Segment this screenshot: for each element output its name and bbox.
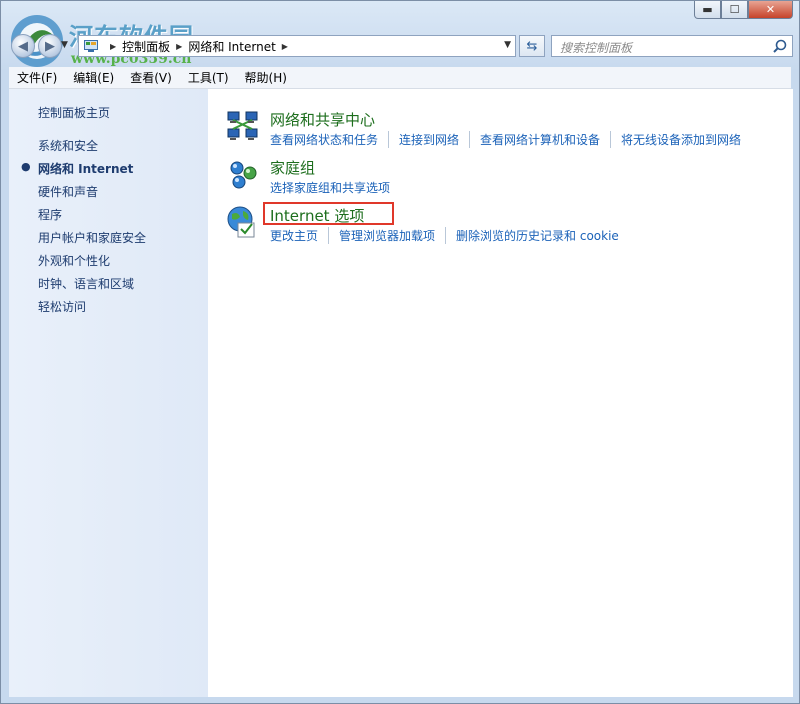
highlight-box	[263, 202, 394, 225]
internet-options-icon[interactable]	[226, 205, 260, 239]
link-delete-history[interactable]: 删除浏览的历史记录和 cookie	[445, 227, 629, 244]
main-panel: 网络和共享中心 查看网络状态和任务 连接到网络 查看网络计算机和设备 将无线设备…	[208, 89, 793, 697]
address-dropdown-icon[interactable]: ▼	[504, 40, 511, 50]
breadcrumb-separator-icon[interactable]: ▶	[282, 42, 288, 51]
current-item-bullet-icon: ●	[21, 160, 31, 173]
sidebar-item-system-security[interactable]: 系统和安全	[38, 137, 98, 154]
link-connect-network[interactable]: 连接到网络	[388, 131, 469, 148]
forward-button[interactable]: ▶	[38, 34, 62, 58]
menu-bar: 文件(F) 编辑(E) 查看(V) 工具(T) 帮助(H)	[9, 67, 791, 89]
link-view-network-status[interactable]: 查看网络状态和任务	[270, 131, 388, 148]
address-bar[interactable]: ▶ 控制面板 ▶ 网络和 Internet ▶ ▼	[78, 35, 516, 57]
back-button[interactable]: ◀	[11, 34, 35, 58]
close-button[interactable]: ✕	[748, 1, 793, 19]
link-view-network-computers[interactable]: 查看网络计算机和设备	[469, 131, 610, 148]
sidebar-item-ease-of-access[interactable]: 轻松访问	[38, 298, 86, 315]
breadcrumb-separator-icon[interactable]: ▶	[110, 42, 116, 51]
control-panel-icon	[84, 40, 98, 52]
link-add-wireless-device[interactable]: 将无线设备添加到网络	[610, 131, 751, 148]
sidebar-item-home[interactable]: 控制面板主页	[38, 104, 110, 121]
forward-arrow-icon: ▶	[45, 38, 55, 54]
search-icon[interactable]	[773, 39, 787, 53]
link-change-homepage[interactable]: 更改主页	[270, 227, 328, 244]
sidebar-item-programs[interactable]: 程序	[38, 206, 62, 223]
sidebar-item-hardware-sound[interactable]: 硬件和声音	[38, 183, 98, 200]
sidebar-item-network-internet[interactable]: 网络和 Internet	[38, 160, 133, 177]
history-dropdown-icon[interactable]: ▼	[61, 40, 68, 50]
link-manage-addons[interactable]: 管理浏览器加载项	[328, 227, 445, 244]
refresh-button[interactable]: ⇆	[519, 35, 545, 57]
sidebar-item-appearance[interactable]: 外观和个性化	[38, 252, 110, 269]
sidebar: 控制面板主页 系统和安全 ● 网络和 Internet 硬件和声音 程序 用户帐…	[9, 89, 208, 697]
search-input[interactable]: 搜索控制面板	[551, 35, 793, 57]
link-homegroup-sharing-options[interactable]: 选择家庭组和共享选项	[270, 179, 400, 196]
caption-buttons: ▬ ☐ ✕	[694, 1, 793, 19]
menu-help[interactable]: 帮助(H)	[237, 69, 295, 86]
menu-file[interactable]: 文件(F)	[9, 69, 65, 86]
back-arrow-icon: ◀	[18, 38, 28, 54]
category-links-homegroup: 选择家庭组和共享选项	[270, 179, 400, 196]
category-title-homegroup[interactable]: 家庭组	[270, 157, 315, 178]
menu-edit[interactable]: 编辑(E)	[65, 69, 122, 86]
sidebar-item-user-accounts[interactable]: 用户帐户和家庭安全	[38, 229, 146, 246]
explorer-window: 河东软件园 www.pc0359.cn ▬ ☐ ✕ ◀ ▶ ▼ ▶ 控制面板 ▶…	[0, 0, 800, 704]
minimize-button[interactable]: ▬	[694, 1, 721, 19]
network-sharing-center-icon[interactable]	[226, 109, 260, 143]
breadcrumb-network-internet[interactable]: 网络和 Internet	[188, 38, 275, 55]
menu-view[interactable]: 查看(V)	[122, 69, 180, 86]
breadcrumb-control-panel[interactable]: 控制面板	[122, 38, 170, 55]
category-title-internet-options[interactable]: Internet 选项	[263, 202, 394, 226]
breadcrumb-separator-icon[interactable]: ▶	[176, 42, 182, 51]
refresh-icon: ⇆	[526, 38, 538, 54]
menu-tools[interactable]: 工具(T)	[180, 69, 237, 86]
maximize-button[interactable]: ☐	[721, 1, 748, 19]
content-area: 控制面板主页 系统和安全 ● 网络和 Internet 硬件和声音 程序 用户帐…	[9, 89, 793, 697]
category-links-internet-options: 更改主页 管理浏览器加载项 删除浏览的历史记录和 cookie	[270, 227, 629, 244]
homegroup-icon[interactable]	[226, 157, 260, 191]
sidebar-item-clock-language[interactable]: 时钟、语言和区域	[38, 275, 134, 292]
category-title-network-sharing[interactable]: 网络和共享中心	[270, 109, 375, 130]
category-links-network-sharing: 查看网络状态和任务 连接到网络 查看网络计算机和设备 将无线设备添加到网络	[270, 131, 751, 148]
